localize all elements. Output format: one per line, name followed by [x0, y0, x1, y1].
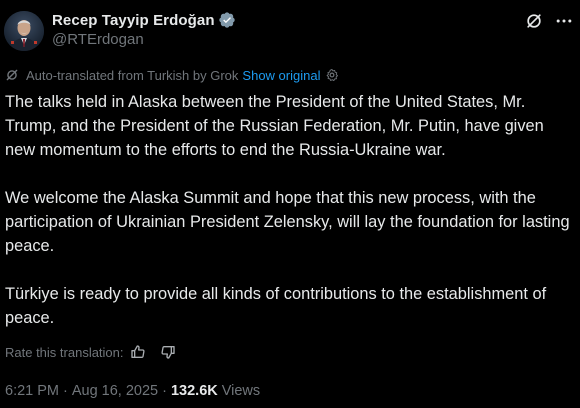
more-dots-icon: [556, 19, 572, 23]
tweet-paragraph: Türkiye is ready to provide all kinds of…: [5, 285, 547, 327]
meta-separator: ·: [162, 383, 167, 399]
views-label: Views: [221, 383, 261, 399]
grok-small-icon: [5, 68, 19, 82]
more-options-button[interactable]: [551, 8, 577, 34]
translation-notice-text: Auto-translated from Turkish by Grok: [26, 67, 239, 83]
grok-icon: [527, 14, 541, 28]
tweet-text: The talks held in Alaska between the Pre…: [5, 90, 577, 330]
thumbs-up-icon[interactable]: [130, 344, 146, 360]
gear-icon[interactable]: [325, 68, 339, 82]
views-count: 132.6K: [170, 383, 218, 399]
thumbs-down-icon[interactable]: [160, 344, 176, 360]
rate-translation-label: Rate this translation:: [5, 344, 124, 360]
grok-button[interactable]: [521, 8, 547, 34]
tweet-paragraph: The talks held in Alaska between the Pre…: [5, 93, 544, 159]
avatar[interactable]: [4, 11, 44, 51]
tweet-date[interactable]: Aug 16, 2025: [72, 383, 158, 399]
rate-translation-row: Rate this translation:: [5, 342, 176, 362]
author-display-name[interactable]: Recep Tayyip Erdoğan: [52, 12, 215, 29]
avatar-image: [4, 11, 44, 51]
tweet-meta-row: 6:21 PM · Aug 16, 2025 · 132.6K Views: [5, 381, 260, 401]
author-name-row[interactable]: Recep Tayyip Erdoğan: [52, 10, 236, 30]
meta-separator: ·: [63, 383, 68, 399]
verified-badge-icon: [218, 11, 236, 29]
show-original-link[interactable]: Show original: [242, 68, 320, 83]
tweet-time[interactable]: 6:21 PM: [5, 383, 59, 399]
author-handle[interactable]: @RTErdogan: [52, 31, 144, 48]
translation-notice-row: Auto-translated from Turkish by Grok Sho…: [5, 66, 339, 84]
tweet-paragraph: We welcome the Alaska Summit and hope th…: [5, 189, 570, 255]
